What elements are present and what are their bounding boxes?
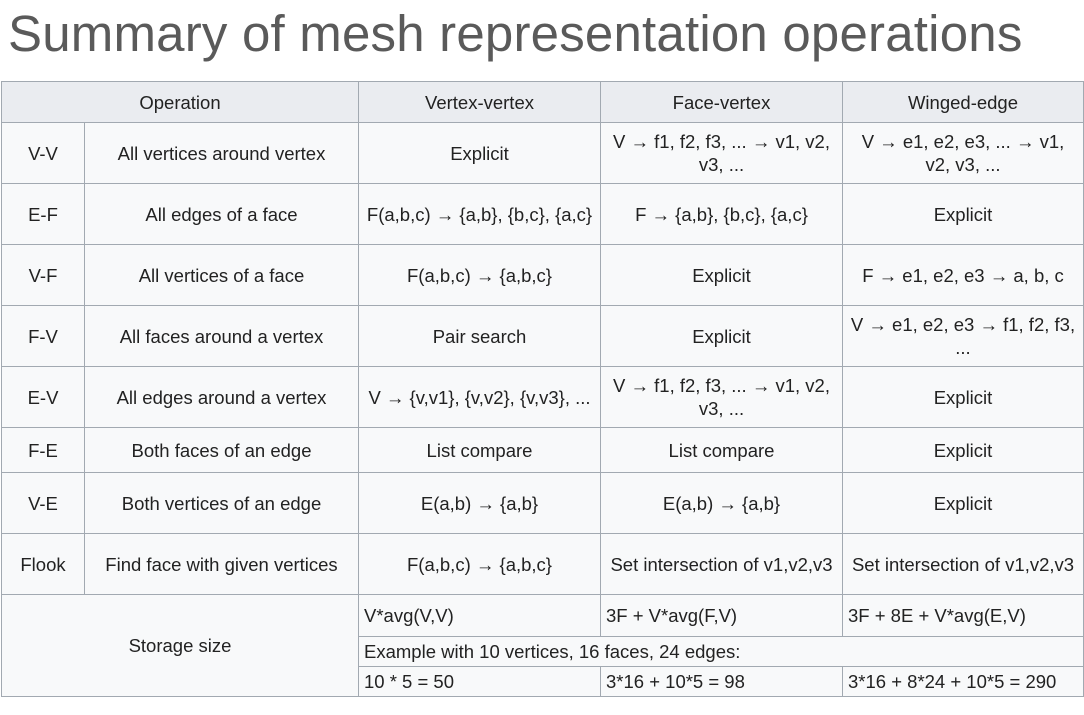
header-operation: Operation <box>1 81 359 123</box>
header-vertex-vertex: Vertex-vertex <box>358 81 601 123</box>
page-title: Summary of mesh representation operation… <box>8 5 1023 62</box>
winged-edge-cell: V → e1, e2, e3 → f1, f2, f3, ... <box>842 305 1084 367</box>
table-row: F-E Both faces of an edge List compare L… <box>1 427 1084 473</box>
op-description: Find face with given vertices <box>84 533 359 595</box>
vertex-vertex-cell: F(a,b,c) → {a,b,c} <box>358 533 601 595</box>
face-vertex-cell: V → f1, f2, f3, ... → v1, v2, v3, ... <box>600 366 843 428</box>
storage-size-label: Storage size <box>1 594 359 697</box>
example-vertex-vertex: 10 * 5 = 50 <box>358 666 601 697</box>
vertex-vertex-cell: Explicit <box>358 122 601 184</box>
table-row: V-E Both vertices of an edge E(a,b) → {a… <box>1 472 1084 534</box>
winged-edge-cell: Explicit <box>842 366 1084 428</box>
op-code: E-V <box>1 366 85 428</box>
face-vertex-cell: Explicit <box>600 244 843 306</box>
table-row: F-V All faces around a vertex Pair searc… <box>1 305 1084 367</box>
face-vertex-cell: V → f1, f2, f3, ... → v1, v2, v3, ... <box>600 122 843 184</box>
winged-edge-cell: F → e1, e2, e3 → a, b, c <box>842 244 1084 306</box>
op-code: V-V <box>1 122 85 184</box>
face-vertex-cell: List compare <box>600 427 843 473</box>
header-winged-edge: Winged-edge <box>842 81 1084 123</box>
face-vertex-cell: E(a,b) → {a,b} <box>600 472 843 534</box>
storage-face-vertex: 3F + V*avg(F,V) <box>600 594 843 637</box>
op-code: F-E <box>1 427 85 473</box>
winged-edge-cell: Explicit <box>842 472 1084 534</box>
op-code: V-F <box>1 244 85 306</box>
op-code: Flook <box>1 533 85 595</box>
storage-winged-edge: 3F + 8E + V*avg(E,V) <box>842 594 1084 637</box>
op-description: All vertices around vertex <box>84 122 359 184</box>
op-description: Both vertices of an edge <box>84 472 359 534</box>
op-description: All vertices of a face <box>84 244 359 306</box>
table-row: E-F All edges of a face F(a,b,c) → {a,b}… <box>1 183 1084 245</box>
vertex-vertex-cell: Pair search <box>358 305 601 367</box>
winged-edge-cell: V → e1, e2, e3, ... → v1, v2, v3, ... <box>842 122 1084 184</box>
header-face-vertex: Face-vertex <box>600 81 843 123</box>
face-vertex-cell: F → {a,b}, {b,c}, {a,c} <box>600 183 843 245</box>
example-winged-edge: 3*16 + 8*24 + 10*5 = 290 <box>842 666 1084 697</box>
vertex-vertex-cell: E(a,b) → {a,b} <box>358 472 601 534</box>
storage-row: Storage size V*avg(V,V) 3F + V*avg(F,V) … <box>1 594 1084 697</box>
storage-example-caption: Example with 10 vertices, 16 faces, 24 e… <box>358 636 1084 667</box>
vertex-vertex-cell: F(a,b,c) → {a,b,c} <box>358 244 601 306</box>
storage-vertex-vertex: V*avg(V,V) <box>358 594 601 637</box>
example-face-vertex: 3*16 + 10*5 = 98 <box>600 666 843 697</box>
table-row: E-V All edges around a vertex V → {v,v1}… <box>1 366 1084 428</box>
face-vertex-cell: Set intersection of v1,v2,v3 <box>600 533 843 595</box>
table-row: Flook Find face with given vertices F(a,… <box>1 533 1084 595</box>
op-description: All edges around a vertex <box>84 366 359 428</box>
op-description: Both faces of an edge <box>84 427 359 473</box>
op-code: V-E <box>1 472 85 534</box>
table-row: V-V All vertices around vertex Explicit … <box>1 122 1084 184</box>
mesh-operations-table: Operation Vertex-vertex Face-vertex Wing… <box>1 81 1084 697</box>
op-code: E-F <box>1 183 85 245</box>
winged-edge-cell: Explicit <box>842 427 1084 473</box>
vertex-vertex-cell: F(a,b,c) → {a,b}, {b,c}, {a,c} <box>358 183 601 245</box>
vertex-vertex-cell: V → {v,v1}, {v,v2}, {v,v3}, ... <box>358 366 601 428</box>
winged-edge-cell: Explicit <box>842 183 1084 245</box>
op-code: F-V <box>1 305 85 367</box>
face-vertex-cell: Explicit <box>600 305 843 367</box>
vertex-vertex-cell: List compare <box>358 427 601 473</box>
winged-edge-cell: Set intersection of v1,v2,v3 <box>842 533 1084 595</box>
op-description: All edges of a face <box>84 183 359 245</box>
table-row: V-F All vertices of a face F(a,b,c) → {a… <box>1 244 1084 306</box>
op-description: All faces around a vertex <box>84 305 359 367</box>
header-row: Operation Vertex-vertex Face-vertex Wing… <box>1 81 1084 123</box>
